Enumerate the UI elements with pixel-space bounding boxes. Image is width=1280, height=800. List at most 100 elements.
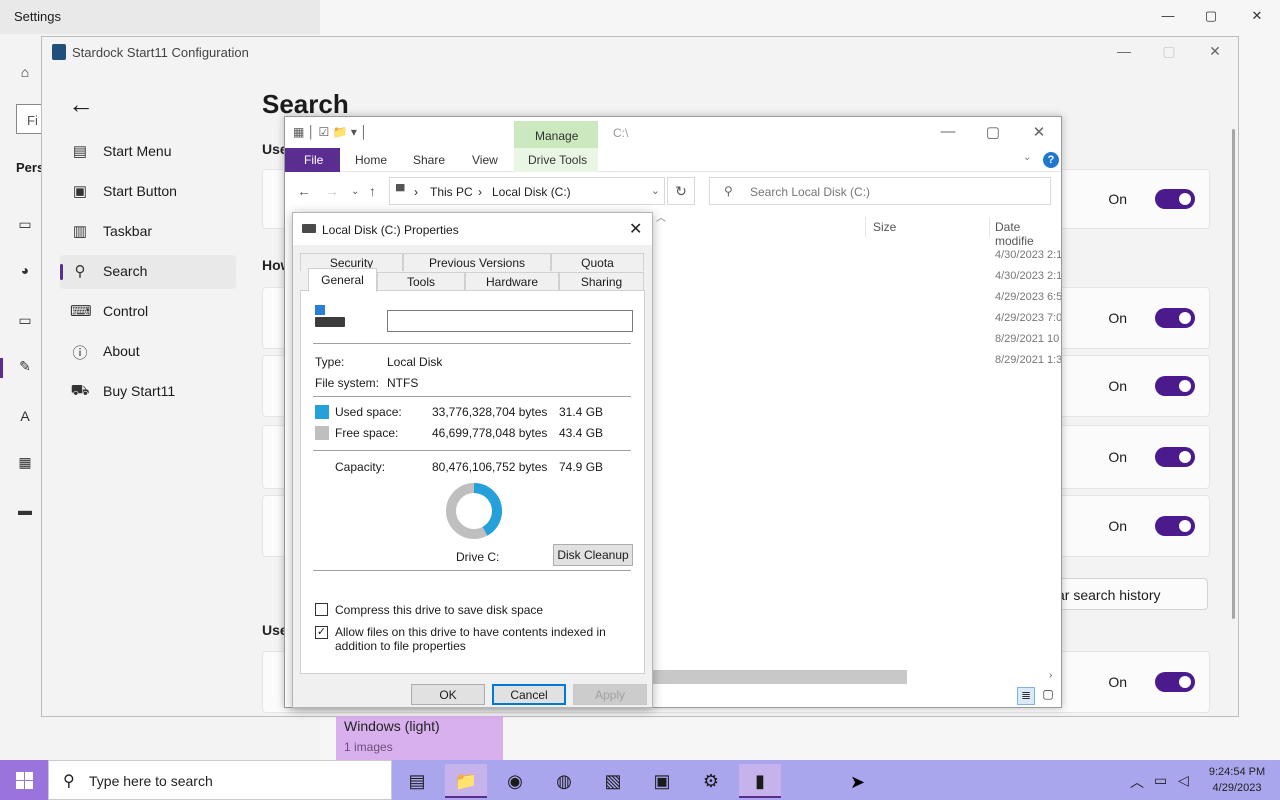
- palette-icon[interactable]: ◕: [14, 262, 36, 282]
- nav-item-buy-start11[interactable]: ⛟ Buy Start11: [60, 375, 236, 409]
- explorer-maximize-button[interactable]: ▢: [978, 123, 1008, 141]
- start-icon[interactable]: ✎: [14, 358, 36, 378]
- ok-button[interactable]: OK: [411, 684, 485, 705]
- properties-dialog: Local Disk (C:) Properties ✕ Security Pr…: [292, 212, 653, 708]
- large-icons-view-icon[interactable]: ▢: [1039, 687, 1057, 705]
- help-icon[interactable]: ?: [1043, 152, 1059, 168]
- toggle-label: On: [1108, 378, 1127, 394]
- taskbar-icon[interactable]: ▬: [14, 502, 36, 522]
- tab-quota[interactable]: Quota: [551, 253, 644, 271]
- breadcrumb-this-pc[interactable]: This PC: [430, 185, 473, 199]
- nav-label: Taskbar: [103, 223, 153, 239]
- ribbon-expand-icon[interactable]: ⌄: [1023, 152, 1031, 163]
- layout-icon[interactable]: ▦: [14, 454, 36, 474]
- start11-minimize-button[interactable]: —: [1109, 43, 1139, 59]
- tab-view[interactable]: View: [472, 153, 498, 167]
- details-view-icon[interactable]: ≣: [1017, 687, 1035, 705]
- date-cell: 4/29/2023 6:5: [995, 291, 1061, 303]
- tab-drive-tools[interactable]: Drive Tools: [514, 148, 598, 172]
- theme-tile[interactable]: Windows (light) 1 images: [336, 716, 503, 760]
- index-checkbox[interactable]: ✓: [315, 626, 328, 639]
- column-header-date[interactable]: Date modifie: [995, 220, 1061, 248]
- compress-checkbox[interactable]: [315, 603, 328, 616]
- toggle-switch[interactable]: [1155, 672, 1195, 692]
- home-icon[interactable]: ⌂: [14, 64, 36, 84]
- settings-close-button[interactable]: ✕: [1242, 8, 1272, 24]
- explorer-close-button[interactable]: ✕: [1024, 123, 1054, 141]
- quick-access-toolbar[interactable]: ▦ │ ☑ 📁 ▾ │: [293, 125, 368, 139]
- clock-time: 9:24:54 PM: [1208, 766, 1266, 778]
- toggle-switch[interactable]: [1155, 189, 1195, 209]
- back-arrow-icon[interactable]: ←: [297, 183, 311, 199]
- up-arrow-icon[interactable]: ↑: [369, 183, 376, 199]
- tab-file[interactable]: File: [285, 148, 340, 172]
- system-clock[interactable]: 9:24:54 PM 4/29/2023: [1200, 764, 1274, 796]
- address-bar[interactable]: ▀ › This PC › Local Disk (C:) ⌄: [389, 177, 665, 205]
- refresh-icon[interactable]: ↻: [667, 177, 695, 205]
- volume-icon[interactable]: ◁: [1178, 772, 1189, 789]
- column-header-size[interactable]: Size: [873, 220, 896, 234]
- display-icon[interactable]: ▭: [14, 312, 36, 332]
- horizontal-scrollbar-thumb[interactable]: [653, 670, 907, 684]
- tab-tools[interactable]: Tools: [377, 272, 465, 290]
- start11-maximize-button[interactable]: ▢: [1154, 43, 1184, 60]
- clock-date: 4/29/2023: [1212, 782, 1262, 794]
- archive-icon[interactable]: ▧: [592, 764, 634, 798]
- network-icon[interactable]: ▭: [1154, 772, 1167, 789]
- ribbon-tabs: File Home Share View Drive Tools ⌄ ?: [285, 148, 1061, 172]
- nav-item-start-menu[interactable]: ▤ Start Menu: [60, 135, 236, 169]
- start11-icon[interactable]: ▮: [739, 764, 781, 798]
- apply-button[interactable]: Apply: [573, 684, 647, 705]
- chevron-down-icon[interactable]: ⌄: [651, 184, 660, 197]
- breadcrumb-local-disk[interactable]: Local Disk (C:): [492, 185, 571, 199]
- nav-item-start-button[interactable]: ▣ Start Button: [60, 175, 236, 209]
- forward-arrow-icon[interactable]: →: [325, 183, 339, 199]
- fonts-icon[interactable]: A: [14, 408, 36, 428]
- tab-hardware[interactable]: Hardware: [465, 272, 559, 290]
- file-explorer-icon[interactable]: 📁: [445, 764, 487, 798]
- manage-contextual-tab[interactable]: Manage: [514, 121, 598, 149]
- explorer-search-input[interactable]: ⚲ Search Local Disk (C:): [709, 177, 1051, 205]
- divider: [313, 343, 631, 344]
- vertical-scrollbar[interactable]: [1232, 129, 1235, 619]
- start11-titlebar: Stardock Start11 Configuration — ▢ ✕: [42, 37, 1238, 67]
- toggle-switch[interactable]: [1155, 308, 1195, 328]
- date-cell: 4/30/2023 2:1: [995, 249, 1061, 261]
- settings-minimize-button[interactable]: —: [1153, 8, 1183, 23]
- dialog-titlebar: Local Disk (C:) Properties ✕: [293, 213, 652, 245]
- cancel-button[interactable]: Cancel: [492, 684, 566, 705]
- start11-close-button[interactable]: ✕: [1200, 43, 1230, 60]
- tab-previous-versions[interactable]: Previous Versions: [403, 253, 551, 271]
- chrome-icon[interactable]: ◉: [494, 764, 536, 798]
- firefox-icon[interactable]: ◍: [543, 764, 585, 798]
- start-button[interactable]: [0, 760, 48, 800]
- image-icon[interactable]: ▭: [14, 216, 36, 236]
- tab-sharing[interactable]: Sharing: [559, 272, 644, 290]
- start-button-icon: ▣: [72, 183, 88, 200]
- nav-item-control[interactable]: ⌨ Control: [60, 295, 236, 329]
- tray-chevron-up-icon[interactable]: ︿: [1130, 772, 1144, 792]
- taskbar-search-input[interactable]: ⚲ Type here to search: [48, 760, 392, 800]
- nav-item-search[interactable]: ⚲ Search: [60, 255, 236, 289]
- remote-desktop-icon[interactable]: ▣: [641, 764, 683, 798]
- toggle-switch[interactable]: [1155, 376, 1195, 396]
- nav-item-about[interactable]: ⓘ About: [60, 335, 236, 369]
- volume-label-input[interactable]: [387, 310, 633, 332]
- tab-home[interactable]: Home: [355, 153, 387, 167]
- settings-titlebar: Settings: [0, 0, 320, 34]
- tab-share[interactable]: Share: [413, 153, 445, 167]
- explorer-minimize-button[interactable]: —: [933, 123, 963, 140]
- settings-maximize-button[interactable]: ▢: [1196, 8, 1226, 24]
- tab-general[interactable]: General: [308, 268, 377, 292]
- disk-cleanup-button[interactable]: Disk Cleanup: [553, 544, 633, 566]
- back-arrow-icon[interactable]: ←: [68, 89, 94, 120]
- nav-item-taskbar[interactable]: ▥ Taskbar: [60, 215, 236, 249]
- toggle-switch[interactable]: [1155, 447, 1195, 467]
- settings-gear-icon[interactable]: ⚙: [690, 764, 732, 798]
- toggle-switch[interactable]: [1155, 516, 1195, 536]
- scroll-right-icon[interactable]: ›: [1049, 670, 1052, 681]
- recent-locations-icon[interactable]: ⌄: [351, 186, 359, 197]
- task-view-icon[interactable]: ▤: [396, 764, 438, 798]
- dialog-close-button[interactable]: ✕: [629, 219, 642, 239]
- used-space-gb: 31.4 GB: [559, 405, 604, 419]
